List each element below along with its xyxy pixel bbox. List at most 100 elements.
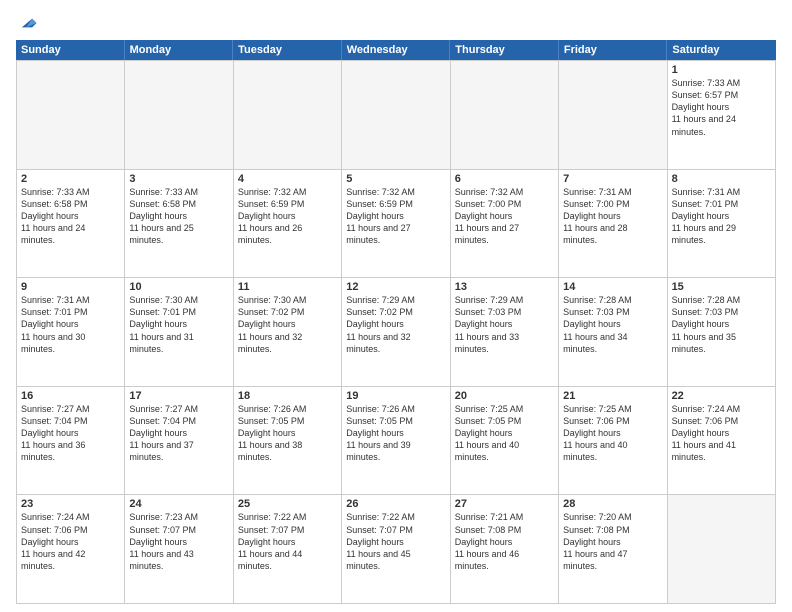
day-number: 15 bbox=[672, 281, 771, 293]
day-info: Sunrise: 7:28 AMSunset: 7:03 PMDaylight … bbox=[563, 294, 662, 355]
cal-cell: 4Sunrise: 7:32 AMSunset: 6:59 PMDaylight… bbox=[234, 170, 342, 279]
header-cell-tuesday: Tuesday bbox=[233, 40, 342, 60]
day-info: Sunrise: 7:30 AMSunset: 7:01 PMDaylight … bbox=[129, 294, 228, 355]
day-info: Sunrise: 7:33 AMSunset: 6:58 PMDaylight … bbox=[21, 186, 120, 247]
day-number: 16 bbox=[21, 390, 120, 402]
day-info: Sunrise: 7:33 AMSunset: 6:57 PMDaylight … bbox=[672, 77, 771, 138]
header-cell-thursday: Thursday bbox=[450, 40, 559, 60]
day-number: 18 bbox=[238, 390, 337, 402]
day-info: Sunrise: 7:23 AMSunset: 7:07 PMDaylight … bbox=[129, 511, 228, 572]
day-number: 25 bbox=[238, 498, 337, 510]
day-number: 9 bbox=[21, 281, 120, 293]
day-info: Sunrise: 7:31 AMSunset: 7:01 PMDaylight … bbox=[672, 186, 771, 247]
day-number: 8 bbox=[672, 173, 771, 185]
cal-cell: 12Sunrise: 7:29 AMSunset: 7:02 PMDayligh… bbox=[342, 278, 450, 387]
cal-cell: 27Sunrise: 7:21 AMSunset: 7:08 PMDayligh… bbox=[451, 495, 559, 604]
day-number: 23 bbox=[21, 498, 120, 510]
day-number: 10 bbox=[129, 281, 228, 293]
calendar-header: SundayMondayTuesdayWednesdayThursdayFrid… bbox=[16, 40, 776, 60]
day-number: 4 bbox=[238, 173, 337, 185]
cal-cell: 7Sunrise: 7:31 AMSunset: 7:00 PMDaylight… bbox=[559, 170, 667, 279]
day-info: Sunrise: 7:21 AMSunset: 7:08 PMDaylight … bbox=[455, 511, 554, 572]
cal-cell bbox=[668, 495, 776, 604]
day-info: Sunrise: 7:31 AMSunset: 7:00 PMDaylight … bbox=[563, 186, 662, 247]
cal-cell: 25Sunrise: 7:22 AMSunset: 7:07 PMDayligh… bbox=[234, 495, 342, 604]
day-number: 22 bbox=[672, 390, 771, 402]
cal-cell: 6Sunrise: 7:32 AMSunset: 7:00 PMDaylight… bbox=[451, 170, 559, 279]
cal-cell: 24Sunrise: 7:23 AMSunset: 7:07 PMDayligh… bbox=[125, 495, 233, 604]
day-number: 28 bbox=[563, 498, 662, 510]
cal-cell: 19Sunrise: 7:26 AMSunset: 7:05 PMDayligh… bbox=[342, 387, 450, 496]
day-info: Sunrise: 7:32 AMSunset: 6:59 PMDaylight … bbox=[238, 186, 337, 247]
day-number: 24 bbox=[129, 498, 228, 510]
header-cell-friday: Friday bbox=[559, 40, 668, 60]
day-info: Sunrise: 7:33 AMSunset: 6:58 PMDaylight … bbox=[129, 186, 228, 247]
day-number: 1 bbox=[672, 64, 771, 76]
cal-cell bbox=[234, 61, 342, 170]
day-number: 7 bbox=[563, 173, 662, 185]
cal-cell: 13Sunrise: 7:29 AMSunset: 7:03 PMDayligh… bbox=[451, 278, 559, 387]
cal-cell bbox=[451, 61, 559, 170]
cal-cell bbox=[17, 61, 125, 170]
day-number: 27 bbox=[455, 498, 554, 510]
day-number: 21 bbox=[563, 390, 662, 402]
cal-cell bbox=[559, 61, 667, 170]
day-info: Sunrise: 7:27 AMSunset: 7:04 PMDaylight … bbox=[21, 403, 120, 464]
header-cell-sunday: Sunday bbox=[16, 40, 125, 60]
day-info: Sunrise: 7:22 AMSunset: 7:07 PMDaylight … bbox=[238, 511, 337, 572]
page: SundayMondayTuesdayWednesdayThursdayFrid… bbox=[0, 0, 792, 612]
day-info: Sunrise: 7:32 AMSunset: 6:59 PMDaylight … bbox=[346, 186, 445, 247]
day-number: 12 bbox=[346, 281, 445, 293]
cal-cell: 17Sunrise: 7:27 AMSunset: 7:04 PMDayligh… bbox=[125, 387, 233, 496]
day-info: Sunrise: 7:25 AMSunset: 7:05 PMDaylight … bbox=[455, 403, 554, 464]
day-number: 17 bbox=[129, 390, 228, 402]
day-info: Sunrise: 7:24 AMSunset: 7:06 PMDaylight … bbox=[672, 403, 771, 464]
cal-cell: 3Sunrise: 7:33 AMSunset: 6:58 PMDaylight… bbox=[125, 170, 233, 279]
logo-icon bbox=[16, 12, 38, 34]
header-cell-monday: Monday bbox=[125, 40, 234, 60]
day-number: 2 bbox=[21, 173, 120, 185]
calendar-grid: 1Sunrise: 7:33 AMSunset: 6:57 PMDaylight… bbox=[16, 60, 776, 604]
day-info: Sunrise: 7:24 AMSunset: 7:06 PMDaylight … bbox=[21, 511, 120, 572]
cal-cell: 1Sunrise: 7:33 AMSunset: 6:57 PMDaylight… bbox=[668, 61, 776, 170]
day-number: 3 bbox=[129, 173, 228, 185]
day-info: Sunrise: 7:25 AMSunset: 7:06 PMDaylight … bbox=[563, 403, 662, 464]
day-info: Sunrise: 7:20 AMSunset: 7:08 PMDaylight … bbox=[563, 511, 662, 572]
day-info: Sunrise: 7:32 AMSunset: 7:00 PMDaylight … bbox=[455, 186, 554, 247]
day-info: Sunrise: 7:31 AMSunset: 7:01 PMDaylight … bbox=[21, 294, 120, 355]
cal-cell: 20Sunrise: 7:25 AMSunset: 7:05 PMDayligh… bbox=[451, 387, 559, 496]
cal-cell bbox=[342, 61, 450, 170]
day-number: 14 bbox=[563, 281, 662, 293]
cal-cell: 5Sunrise: 7:32 AMSunset: 6:59 PMDaylight… bbox=[342, 170, 450, 279]
cal-cell: 21Sunrise: 7:25 AMSunset: 7:06 PMDayligh… bbox=[559, 387, 667, 496]
day-info: Sunrise: 7:26 AMSunset: 7:05 PMDaylight … bbox=[238, 403, 337, 464]
header-cell-wednesday: Wednesday bbox=[342, 40, 451, 60]
cal-cell: 11Sunrise: 7:30 AMSunset: 7:02 PMDayligh… bbox=[234, 278, 342, 387]
cal-cell: 16Sunrise: 7:27 AMSunset: 7:04 PMDayligh… bbox=[17, 387, 125, 496]
day-number: 11 bbox=[238, 281, 337, 293]
cal-cell: 28Sunrise: 7:20 AMSunset: 7:08 PMDayligh… bbox=[559, 495, 667, 604]
cal-cell: 2Sunrise: 7:33 AMSunset: 6:58 PMDaylight… bbox=[17, 170, 125, 279]
cal-cell: 14Sunrise: 7:28 AMSunset: 7:03 PMDayligh… bbox=[559, 278, 667, 387]
cal-cell: 26Sunrise: 7:22 AMSunset: 7:07 PMDayligh… bbox=[342, 495, 450, 604]
day-info: Sunrise: 7:28 AMSunset: 7:03 PMDaylight … bbox=[672, 294, 771, 355]
header-cell-saturday: Saturday bbox=[667, 40, 776, 60]
day-info: Sunrise: 7:29 AMSunset: 7:03 PMDaylight … bbox=[455, 294, 554, 355]
day-number: 19 bbox=[346, 390, 445, 402]
day-info: Sunrise: 7:22 AMSunset: 7:07 PMDaylight … bbox=[346, 511, 445, 572]
cal-cell: 18Sunrise: 7:26 AMSunset: 7:05 PMDayligh… bbox=[234, 387, 342, 496]
cal-cell bbox=[125, 61, 233, 170]
cal-cell: 22Sunrise: 7:24 AMSunset: 7:06 PMDayligh… bbox=[668, 387, 776, 496]
day-info: Sunrise: 7:29 AMSunset: 7:02 PMDaylight … bbox=[346, 294, 445, 355]
cal-cell: 23Sunrise: 7:24 AMSunset: 7:06 PMDayligh… bbox=[17, 495, 125, 604]
day-number: 13 bbox=[455, 281, 554, 293]
day-number: 26 bbox=[346, 498, 445, 510]
cal-cell: 15Sunrise: 7:28 AMSunset: 7:03 PMDayligh… bbox=[668, 278, 776, 387]
day-info: Sunrise: 7:30 AMSunset: 7:02 PMDaylight … bbox=[238, 294, 337, 355]
logo bbox=[16, 12, 42, 34]
calendar: SundayMondayTuesdayWednesdayThursdayFrid… bbox=[0, 40, 792, 612]
day-number: 20 bbox=[455, 390, 554, 402]
day-number: 6 bbox=[455, 173, 554, 185]
cal-cell: 8Sunrise: 7:31 AMSunset: 7:01 PMDaylight… bbox=[668, 170, 776, 279]
day-info: Sunrise: 7:27 AMSunset: 7:04 PMDaylight … bbox=[129, 403, 228, 464]
